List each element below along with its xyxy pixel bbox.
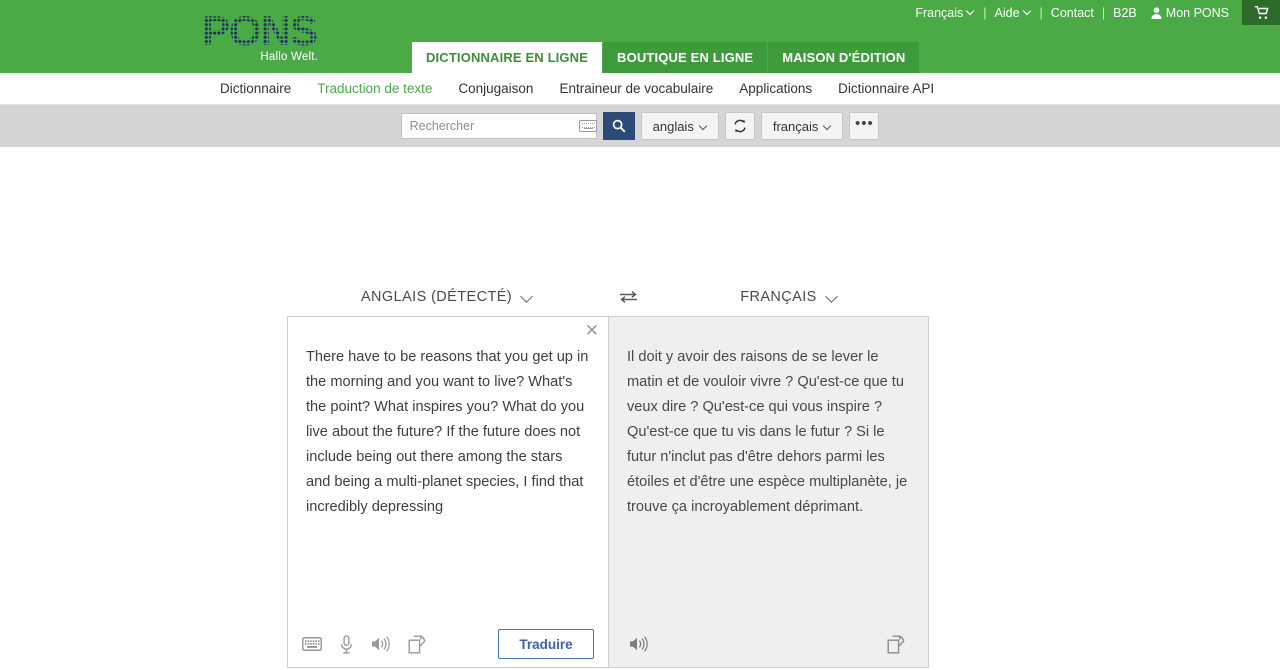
search-input-container[interactable] [400, 113, 597, 139]
shopping-cart-icon [1254, 5, 1269, 19]
search-target-language-label: français [772, 118, 819, 134]
target-panel: Il doit y avoir des raisons de se lever … [608, 317, 928, 667]
tab-publishing-house[interactable]: MAISON D'ÉDITION [768, 42, 921, 73]
subnav-item-entraineur-de-vocabulaire[interactable]: Entraineur de vocabulaire [559, 81, 713, 96]
target-panel-toolbar [609, 621, 928, 667]
translator-target-language-select[interactable]: FRANÇAIS [649, 289, 929, 305]
search-input[interactable] [401, 114, 579, 138]
translator-language-row: ANGLAIS (DÉTECTÉ) FRANÇAIS [287, 278, 929, 316]
keyboard-icon[interactable] [578, 120, 597, 132]
target-text-area: Il doit y avoir des raisons de se lever … [627, 349, 908, 515]
speaker-icon[interactable] [629, 636, 648, 652]
speaker-icon[interactable] [371, 636, 390, 652]
top-nav-contact[interactable]: Contact [1044, 6, 1101, 20]
search-bar: anglais français ••• [0, 105, 1280, 147]
secondary-nav: Dictionnaire Traduction de texte Conjuga… [0, 73, 1280, 105]
search-swap-languages-button[interactable] [724, 112, 755, 140]
top-nav-contact-label: Contact [1050, 5, 1094, 20]
translator-panels: ✕ There have to be reasons that you get … [287, 316, 929, 668]
swap-arrows-icon [619, 291, 637, 303]
main-tab-bar: DICTIONNAIRE EN LIGNE BOUTIQUE EN LIGNE … [412, 42, 921, 73]
top-nav-help-label: Aide [994, 5, 1020, 20]
tab-publishing-house-label: MAISON D'ÉDITION [782, 50, 906, 65]
person-icon [1151, 6, 1162, 19]
search-icon [612, 119, 626, 133]
top-nav-language[interactable]: Français [908, 6, 982, 20]
copy-icon[interactable] [887, 635, 906, 654]
clear-source-text-button[interactable]: ✕ [585, 322, 599, 339]
chevron-down-icon [1024, 7, 1032, 15]
search-button[interactable] [602, 112, 635, 140]
translator-swap-button[interactable] [607, 290, 649, 304]
search-more-options-button[interactable]: ••• [849, 112, 880, 140]
translator-target-language-label: FRANÇAIS [740, 289, 817, 305]
subnav-item-applications[interactable]: Applications [739, 81, 812, 96]
source-panel-toolbar: Traduire [288, 621, 608, 667]
chevron-down-icon [700, 123, 707, 130]
chevron-down-icon [967, 7, 975, 15]
subnav-item-conjugaison[interactable]: Conjugaison [458, 81, 533, 96]
site-header: Français | Aide | Contact | B2B Mon PONS [0, 0, 1280, 73]
tab-online-shop[interactable]: BOUTIQUE EN LIGNE [603, 42, 769, 73]
tab-online-dictionary-label: DICTIONNAIRE EN LIGNE [426, 50, 589, 65]
account-label: Mon PONS [1165, 5, 1229, 20]
top-nav-help[interactable]: Aide [988, 6, 1039, 20]
text-translator: ANGLAIS (DÉTECTÉ) FRANÇAIS ✕ There have … [287, 278, 929, 668]
top-utility-nav: Français | Aide | Contact | B2B Mon PONS [908, 0, 1280, 25]
search-source-language-label: anglais [652, 118, 694, 134]
account-link[interactable]: Mon PONS [1144, 6, 1236, 20]
site-logo[interactable]: PONS Hallo Welt. [200, 10, 320, 63]
source-panel: ✕ There have to be reasons that you get … [288, 317, 608, 667]
top-nav-language-label: Français [915, 5, 964, 20]
copy-icon[interactable] [408, 635, 427, 654]
top-nav-b2b-label: B2B [1113, 5, 1137, 20]
subnav-item-traduction-de-texte[interactable]: Traduction de texte [317, 81, 432, 96]
subnav-item-dictionnaire[interactable]: Dictionnaire [220, 81, 291, 96]
pons-logo-icon: PONS [202, 10, 318, 54]
keyboard-icon[interactable] [302, 637, 322, 651]
tab-online-dictionary[interactable]: DICTIONNAIRE EN LIGNE [412, 42, 604, 73]
search-source-language-select[interactable]: anglais [640, 112, 719, 140]
translator-source-language-label: ANGLAIS (DÉTECTÉ) [360, 289, 512, 305]
chevron-down-icon [522, 292, 533, 303]
svg-text:PONS: PONS [202, 10, 317, 54]
translate-button[interactable]: Traduire [498, 629, 594, 659]
swap-languages-icon [734, 119, 746, 133]
translator-source-language-select[interactable]: ANGLAIS (DÉTECTÉ) [287, 289, 607, 305]
top-nav-b2b[interactable]: B2B [1106, 6, 1144, 20]
chevron-down-icon [827, 292, 838, 303]
search-target-language-select[interactable]: français [760, 112, 844, 140]
source-text-area[interactable]: There have to be reasons that you get up… [288, 317, 608, 621]
microphone-icon[interactable] [340, 634, 353, 654]
chevron-down-icon [824, 123, 831, 130]
cart-button[interactable] [1242, 0, 1280, 25]
tab-online-shop-label: BOUTIQUE EN LIGNE [617, 50, 754, 65]
subnav-item-dictionnaire-api[interactable]: Dictionnaire API [838, 81, 934, 96]
